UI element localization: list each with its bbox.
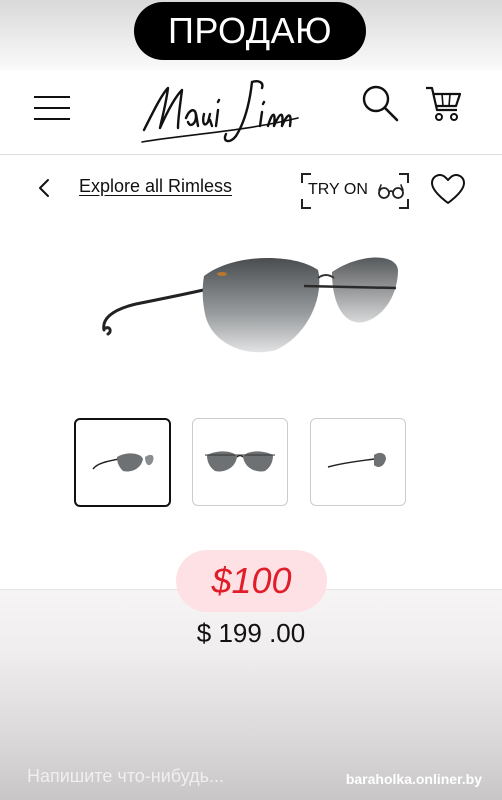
hamburger-icon[interactable] xyxy=(34,96,70,120)
message-input[interactable]: Напишите что-нибудь... xyxy=(27,766,224,787)
sale-price-badge: $100 xyxy=(176,550,327,612)
explore-all-rimless-link[interactable]: Explore all Rimless xyxy=(79,176,232,197)
try-on-button[interactable]: TRY ON xyxy=(301,173,409,209)
sale-price-label: $100 xyxy=(211,560,292,601)
thumbnail-front[interactable] xyxy=(192,418,288,506)
chevron-left-icon[interactable] xyxy=(34,176,54,200)
search-icon[interactable] xyxy=(359,82,401,124)
thumbnail-side[interactable] xyxy=(74,418,171,507)
site-header xyxy=(0,60,502,154)
maui-jim-logo[interactable] xyxy=(140,70,300,146)
sale-sticker: ПРОДАЮ xyxy=(134,2,366,60)
sale-sticker-label: ПРОДАЮ xyxy=(167,10,333,51)
source-watermark: baraholka.onliner.by xyxy=(345,771,482,787)
product-image-sunglasses[interactable] xyxy=(96,248,406,358)
product-price: $ 199 .00 xyxy=(196,618,306,648)
thumbnail-strip xyxy=(74,418,406,507)
try-on-label: TRY ON xyxy=(308,181,368,198)
header-divider xyxy=(0,154,502,155)
thumbnail-profile[interactable] xyxy=(310,418,406,506)
cart-icon[interactable] xyxy=(422,82,464,124)
glasses-icon xyxy=(378,184,404,199)
heart-icon[interactable] xyxy=(430,174,466,206)
